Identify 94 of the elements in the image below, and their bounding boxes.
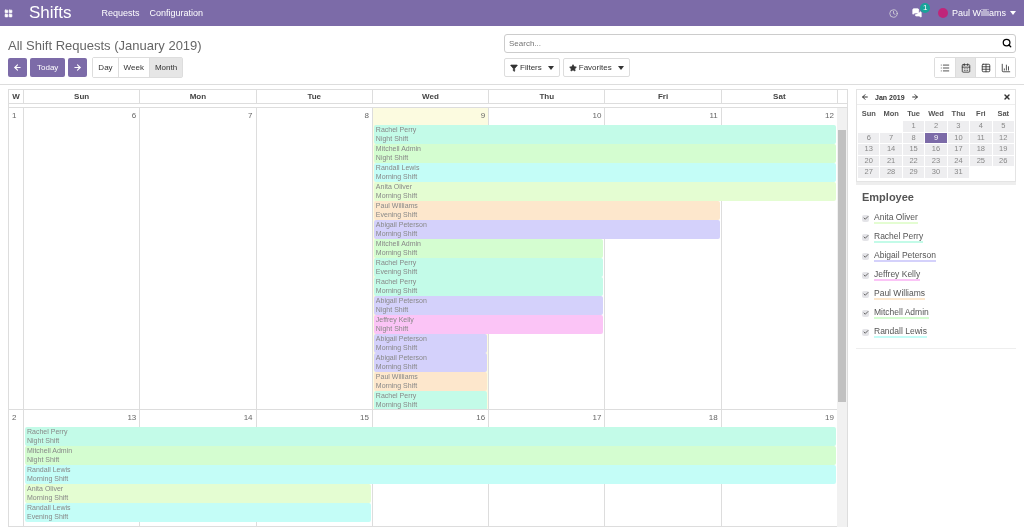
day-number: 10	[592, 110, 603, 120]
shift-event[interactable]	[720, 465, 836, 484]
shift-event[interactable]	[488, 296, 604, 315]
day-number: 17	[592, 412, 603, 422]
day-number: 18	[708, 412, 719, 422]
checkbox[interactable]	[862, 309, 869, 317]
day-number: 9	[480, 110, 487, 120]
shift-event[interactable]	[720, 163, 836, 182]
employee-label: Anita Oliver	[874, 212, 918, 224]
checkbox[interactable]	[862, 328, 869, 336]
employee-label: Randall Lewis	[874, 326, 927, 338]
checkbox[interactable]	[862, 271, 869, 279]
dropdown-button[interactable]: Favorites	[562, 58, 630, 77]
message-count: 1	[920, 3, 931, 13]
view-switch-button[interactable]	[995, 58, 1015, 77]
shift-event[interactable]	[604, 220, 720, 239]
shift-event[interactable]	[720, 125, 836, 144]
shift-event[interactable]	[255, 503, 371, 522]
day-number: 16	[476, 412, 487, 422]
arrow-left-icon	[13, 63, 22, 72]
employee-label: Abigail Peterson	[874, 250, 936, 262]
calendar-icon	[960, 62, 971, 73]
arrow-left-icon[interactable]	[861, 93, 869, 101]
chat-icon[interactable]	[912, 8, 922, 18]
scrollbar[interactable]	[837, 108, 847, 527]
day-number: 14	[243, 412, 254, 422]
shift-event[interactable]	[720, 144, 836, 163]
caret-icon	[617, 65, 624, 70]
check-icon	[862, 234, 869, 240]
column-header: Mon	[139, 90, 256, 103]
employee-label: Mitchell Admin	[874, 307, 929, 319]
filter-icon	[510, 63, 518, 72]
employee-label: Jeffrey Kelly	[874, 269, 921, 281]
column-header: Thu	[488, 90, 605, 103]
week-number: 2	[11, 412, 18, 424]
checkbox[interactable]	[862, 233, 869, 241]
shift-event[interactable]	[488, 315, 604, 334]
employee-label: Paul Williams	[874, 288, 925, 300]
column-header: Fri	[604, 90, 721, 103]
column-header: Wed	[371, 90, 489, 103]
shift-event[interactable]	[720, 182, 836, 201]
shift-event[interactable]	[255, 484, 371, 503]
day-number: 19	[825, 412, 835, 422]
check-icon	[862, 310, 869, 316]
day-number: 13	[127, 412, 138, 422]
next-button[interactable]	[68, 58, 88, 77]
list-icon	[940, 62, 950, 73]
filter-title: Employee	[862, 190, 915, 203]
column-header: Sun	[23, 90, 140, 103]
view-switch-button[interactable]	[955, 58, 975, 77]
day-number: 8	[364, 110, 370, 120]
search-icon[interactable]	[1002, 38, 1012, 48]
checkbox[interactable]	[862, 290, 869, 298]
check-icon	[862, 329, 869, 335]
shift-event[interactable]	[720, 446, 836, 465]
avatar	[938, 8, 948, 18]
column-header: Sat	[720, 90, 837, 103]
menu-item[interactable]: Configuration	[149, 8, 204, 18]
dropdown-button[interactable]: Filters	[504, 58, 560, 77]
table-icon	[980, 62, 991, 73]
day-number: 11	[709, 110, 719, 120]
caret-icon	[547, 65, 554, 70]
day-number: 15	[359, 412, 370, 422]
employee-label: Rachel Perry	[874, 231, 924, 243]
checkbox[interactable]	[862, 252, 869, 260]
day-number: 6	[131, 110, 138, 120]
shift-event[interactable]	[604, 201, 720, 220]
check-icon	[862, 253, 869, 259]
apps-icon[interactable]	[4, 8, 13, 18]
star-icon	[568, 63, 577, 72]
clock-icon[interactable]	[889, 8, 898, 18]
previous-button[interactable]	[8, 58, 27, 77]
check-icon	[862, 272, 869, 278]
week-number: 1	[11, 110, 18, 122]
day-number: 7	[248, 110, 254, 120]
caret-icon	[1010, 11, 1016, 15]
shift-event[interactable]	[488, 239, 604, 258]
day-number: 12	[825, 110, 835, 120]
check-icon	[862, 291, 869, 297]
arrow-right-icon[interactable]	[910, 93, 919, 101]
shift-event[interactable]	[720, 427, 836, 446]
checkbox[interactable]	[862, 214, 869, 222]
menu-item[interactable]: Requests	[101, 8, 140, 18]
column-header: Tue	[255, 90, 372, 103]
today-button[interactable]: Today	[30, 58, 66, 77]
scale-tab[interactable]: Month	[148, 58, 183, 77]
bar-chart-icon	[1000, 62, 1011, 73]
arrow-right-icon	[73, 63, 83, 72]
app-name: Shifts	[29, 3, 72, 23]
close-icon[interactable]	[1003, 93, 1011, 101]
search-field[interactable]: Search...	[504, 34, 1016, 53]
check-icon	[862, 215, 869, 221]
column-header: W	[11, 91, 21, 103]
user-name[interactable]: Paul Williams	[952, 8, 1006, 18]
